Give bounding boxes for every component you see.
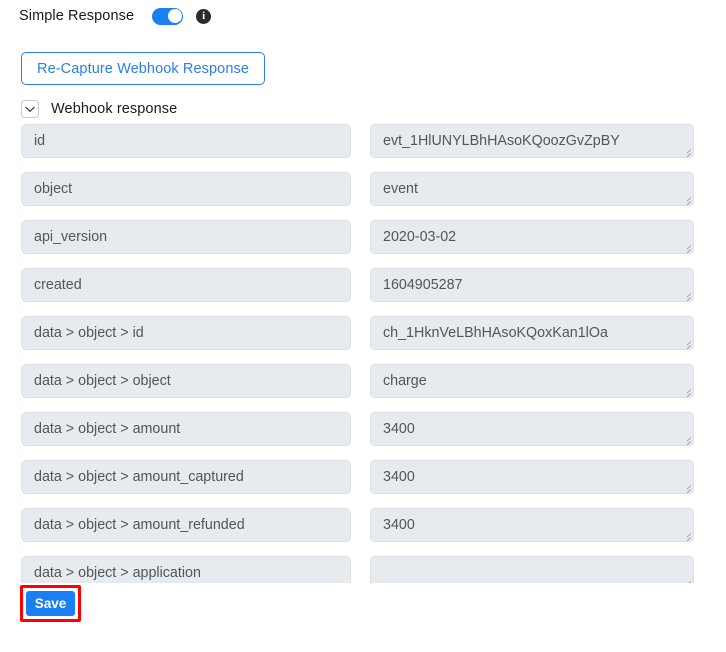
- field-value-text: evt_1HlUNYLBhHAsoKQoozGvZpBY: [383, 133, 620, 149]
- field-value-textarea[interactable]: [370, 556, 694, 583]
- save-button[interactable]: Save: [26, 591, 75, 616]
- field-value-textarea[interactable]: 1604905287: [370, 268, 694, 302]
- section-title: Webhook response: [51, 101, 178, 117]
- field-key-input[interactable]: api_version: [21, 220, 351, 254]
- field-key-input[interactable]: data > object > object: [21, 364, 351, 398]
- resize-handle-icon[interactable]: [680, 433, 691, 444]
- field-row: created 1604905287: [0, 268, 726, 316]
- field-value-text: charge: [383, 373, 427, 389]
- field-value-textarea[interactable]: 3400: [370, 412, 694, 446]
- recapture-webhook-response-button[interactable]: Re-Capture Webhook Response: [21, 52, 265, 85]
- webhook-field-list[interactable]: id evt_1HlUNYLBhHAsoKQoozGvZpBY object e…: [0, 124, 726, 583]
- resize-handle-icon[interactable]: [680, 385, 691, 396]
- field-value-text: 3400: [383, 421, 415, 437]
- resize-handle-icon[interactable]: [680, 481, 691, 492]
- simple-response-header: Simple Response i: [19, 5, 212, 27]
- field-key-input[interactable]: data > object > amount: [21, 412, 351, 446]
- field-value-textarea[interactable]: 3400: [370, 460, 694, 494]
- field-key-input[interactable]: object: [21, 172, 351, 206]
- resize-handle-icon[interactable]: [680, 193, 691, 204]
- simple-response-toggle[interactable]: [152, 7, 184, 25]
- field-key-input[interactable]: data > object > amount_refunded: [21, 508, 351, 542]
- resize-handle-icon[interactable]: [680, 145, 691, 156]
- field-row: id evt_1HlUNYLBhHAsoKQoozGvZpBY: [0, 124, 726, 172]
- field-row: data > object > amount 3400: [0, 412, 726, 460]
- field-value-text: 2020-03-02: [383, 229, 457, 245]
- field-row: data > object > id ch_1HknVeLBhHAsoKQoxK…: [0, 316, 726, 364]
- field-key-input[interactable]: created: [21, 268, 351, 302]
- field-row: api_version 2020-03-02: [0, 220, 726, 268]
- field-value-textarea[interactable]: event: [370, 172, 694, 206]
- field-value-textarea[interactable]: ch_1HknVeLBhHAsoKQoxKan1lOa: [370, 316, 694, 350]
- field-row: data > object > amount_refunded 3400: [0, 508, 726, 556]
- field-value-text: 1604905287: [383, 277, 463, 293]
- field-value-text: ch_1HknVeLBhHAsoKQoxKan1lOa: [383, 325, 608, 341]
- field-row: data > object > amount_captured 3400: [0, 460, 726, 508]
- webhook-response-panel: Simple Response i Re-Capture Webhook Res…: [0, 0, 726, 652]
- info-icon[interactable]: i: [196, 8, 212, 24]
- webhook-response-section-header[interactable]: Webhook response: [21, 99, 177, 119]
- field-value-textarea[interactable]: evt_1HlUNYLBhHAsoKQoozGvZpBY: [370, 124, 694, 158]
- field-key-input[interactable]: data > object > id: [21, 316, 351, 350]
- resize-handle-icon[interactable]: [680, 241, 691, 252]
- field-value-textarea[interactable]: charge: [370, 364, 694, 398]
- resize-handle-icon[interactable]: [680, 577, 691, 583]
- field-key-input[interactable]: data > object > application: [21, 556, 351, 583]
- field-key-input[interactable]: id: [21, 124, 351, 158]
- toggle-knob: [167, 9, 182, 23]
- chevron-down-icon[interactable]: [21, 100, 39, 118]
- field-key-input[interactable]: data > object > amount_captured: [21, 460, 351, 494]
- field-value-text: event: [383, 181, 418, 197]
- field-value-textarea[interactable]: 2020-03-02: [370, 220, 694, 254]
- simple-response-label: Simple Response: [19, 8, 135, 24]
- field-row: data > object > application: [0, 556, 726, 583]
- field-value-textarea[interactable]: 3400: [370, 508, 694, 542]
- resize-handle-icon[interactable]: [680, 289, 691, 300]
- field-value-text: 3400: [383, 469, 415, 485]
- field-row: object event: [0, 172, 726, 220]
- resize-handle-icon[interactable]: [680, 337, 691, 348]
- save-button-highlight: Save: [20, 585, 81, 622]
- field-row: data > object > object charge: [0, 364, 726, 412]
- resize-handle-icon[interactable]: [680, 529, 691, 540]
- field-value-text: 3400: [383, 517, 415, 533]
